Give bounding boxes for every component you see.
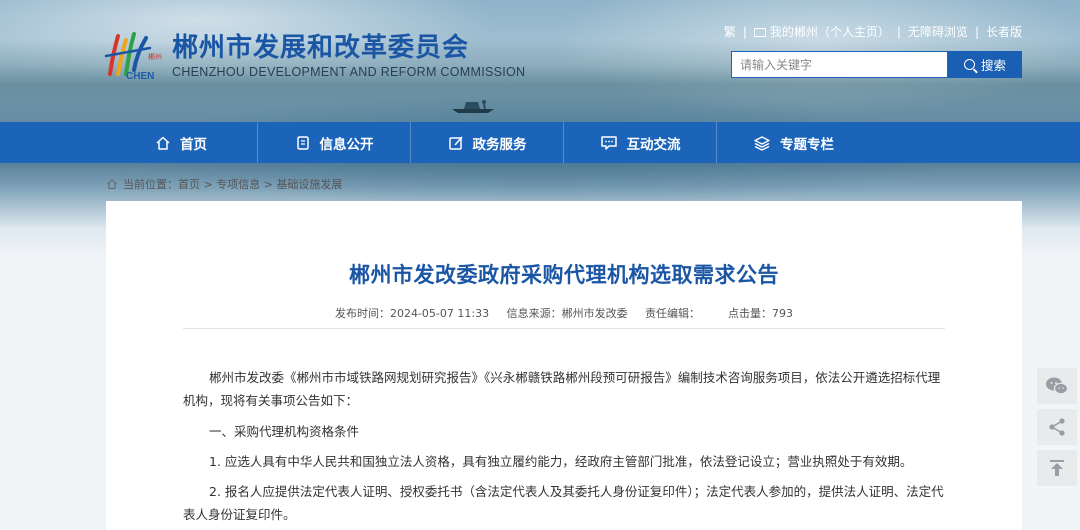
article-meta: 发布时间：2024-05-07 11:33 信息来源：郴州市发改委 责任编辑： … — [334, 307, 794, 320]
layers-icon — [754, 135, 770, 151]
search-input[interactable] — [731, 51, 948, 78]
divider: | — [896, 24, 901, 39]
nav-info-disclosure[interactable]: 信息公开 — [258, 122, 411, 163]
home-icon — [156, 136, 170, 150]
boat-image — [452, 100, 494, 113]
divider: | — [974, 24, 979, 39]
nav-special-topics-label: 专题专栏 — [780, 136, 834, 153]
nav-gov-services[interactable]: 政务服务 — [411, 122, 564, 163]
article-paragraph: 一、采购代理机构资格条件 — [209, 424, 360, 439]
search-icon — [963, 59, 975, 70]
edit-icon — [448, 136, 463, 150]
search-bar: 搜索 — [731, 51, 1022, 78]
wechat-icon — [1046, 377, 1069, 395]
traditional-link[interactable]: 繁 — [724, 23, 736, 40]
main-nav: 首页 信息公开 政务服务 互动交流 专题专栏 — [0, 122, 1080, 163]
nav-interaction[interactable]: 互动交流 — [564, 122, 717, 163]
breadcrumb-link-special[interactable]: 专项信息 — [216, 176, 260, 192]
monitor-icon — [753, 28, 766, 37]
logo-text: 郴州市发展和改革委员会 CHENZHOU DEVELOPMENT AND REF… — [172, 33, 525, 79]
accessible-link[interactable]: 无障碍浏览 — [908, 23, 968, 40]
breadcrumb: 当前位置： 首页 > 专项信息 > 基础设施发展 — [106, 176, 342, 192]
top-links: 繁 | 我的郴州（个人主页） | 无障碍浏览 | 长者版 — [724, 23, 1022, 40]
document-icon — [296, 135, 309, 150]
article-card: 郴州市发改委政府采购代理机构选取需求公告 发布时间：2024-05-07 11:… — [106, 201, 1022, 530]
site-name-cn: 郴州市发展和改革委员会 — [172, 33, 470, 63]
article-title: 郴州市发改委政府采购代理机构选取需求公告 — [349, 263, 779, 287]
nav-home-label: 首页 — [180, 136, 207, 153]
breadcrumb-separator: > — [200, 177, 217, 191]
article-paragraph: 郴州市发改委《郴州市市域铁路网规划研究报告》《兴永郴赣铁路郴州段预可研报告》编制… — [183, 370, 941, 408]
site-logo[interactable]: 郴州 CHEN 郴州市发展和改革委员会 CHENZHOU DEVELOPMENT… — [104, 30, 525, 82]
chat-icon — [600, 135, 617, 150]
article-paragraph: 2. 报名人应提供法定代表人证明、授权委托书（含法定代表人及其委托人身份证复印件… — [183, 484, 944, 522]
nav-info-disclosure-label: 信息公开 — [319, 136, 374, 153]
breadcrumb-prefix: 当前位置： — [123, 178, 178, 191]
nav-gov-services-label: 政务服务 — [472, 136, 527, 153]
nav-interaction-label: 互动交流 — [626, 136, 681, 153]
breadcrumb-link-home[interactable]: 首页 — [178, 176, 200, 192]
share-icon — [1049, 418, 1065, 436]
home-icon — [107, 179, 117, 189]
nav-home[interactable]: 首页 — [105, 122, 258, 163]
title-divider — [183, 328, 945, 329]
article-paragraph: 1. 应选人具有中华人民共和国独立法人资格，具有独立履约能力，经政府主管部门批准… — [209, 454, 913, 469]
back-to-top-button[interactable] — [1037, 450, 1077, 486]
wechat-share-button[interactable] — [1037, 368, 1077, 404]
article-body: 郴州市发改委《郴州市市域铁路网规划研究报告》《兴永郴赣铁路郴州段预可研报告》编制… — [183, 366, 949, 530]
logo-mark: 郴州 CHEN — [104, 30, 168, 82]
logo-small-text: 郴州 — [148, 53, 162, 61]
back-to-top-icon — [1050, 460, 1064, 476]
share-button[interactable] — [1037, 409, 1077, 445]
search-button[interactable]: 搜索 — [948, 51, 1022, 78]
elder-version-link[interactable]: 长者版 — [986, 23, 1022, 40]
site-name-en: CHENZHOU DEVELOPMENT AND REFORM COMMISSI… — [172, 65, 526, 79]
breadcrumb-link-infrastructure[interactable]: 基础设施发展 — [276, 176, 342, 192]
nav-special-topics[interactable]: 专题专栏 — [717, 122, 870, 163]
logo-word: CHEN — [126, 71, 155, 82]
divider: | — [742, 24, 747, 39]
breadcrumb-separator: > — [260, 177, 277, 191]
my-chenzhou-link[interactable]: 我的郴州（个人主页） — [770, 23, 890, 40]
search-button-label: 搜索 — [980, 58, 1006, 73]
